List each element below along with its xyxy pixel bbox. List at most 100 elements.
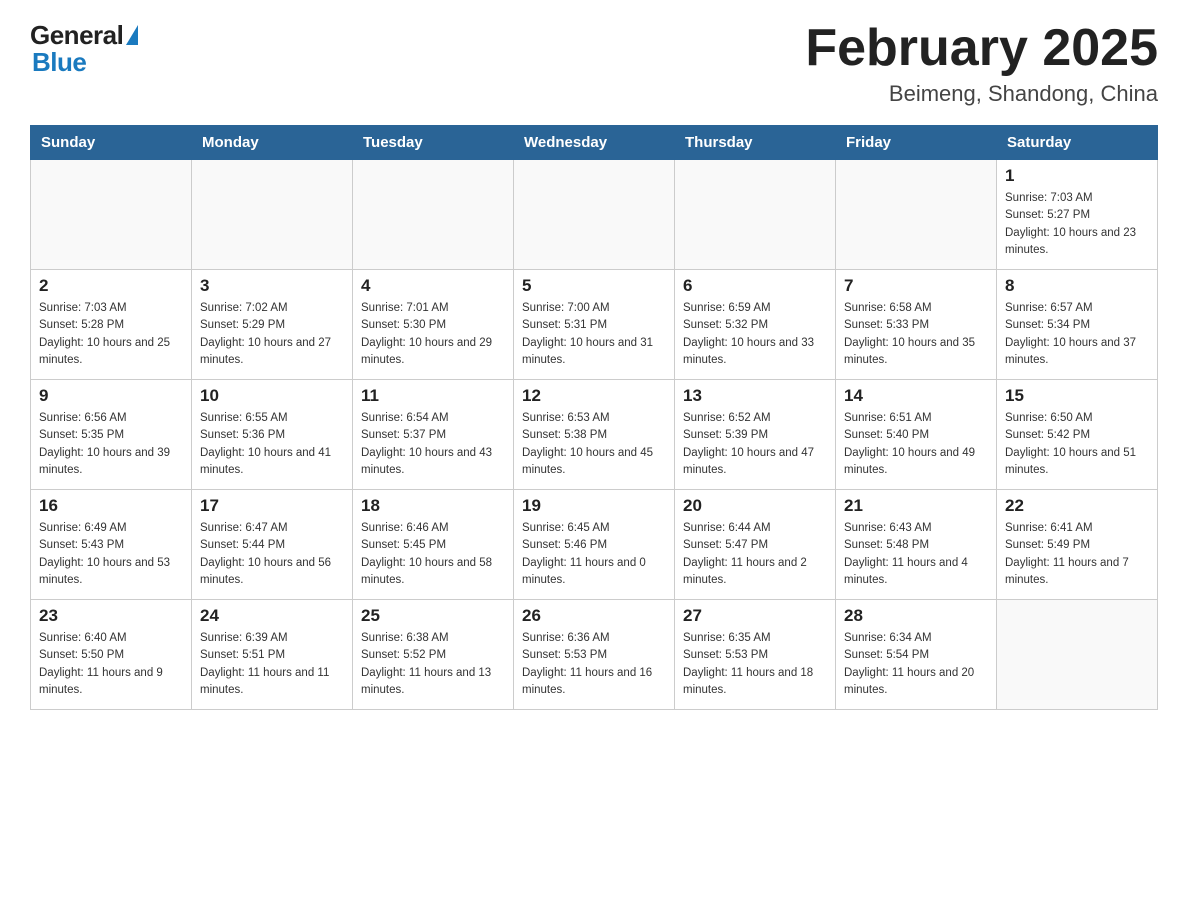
weekday-header-sunday: Sunday bbox=[31, 126, 192, 160]
day-number: 21 bbox=[844, 496, 988, 516]
day-info: Sunrise: 6:54 AMSunset: 5:37 PMDaylight:… bbox=[361, 410, 505, 479]
day-number: 14 bbox=[844, 386, 988, 406]
day-info: Sunrise: 6:57 AMSunset: 5:34 PMDaylight:… bbox=[1005, 300, 1149, 369]
calendar-title: February 2025 bbox=[805, 20, 1158, 77]
calendar-cell bbox=[31, 160, 192, 270]
calendar-cell: 4 Sunrise: 7:01 AMSunset: 5:30 PMDaylight… bbox=[353, 270, 514, 380]
day-number: 13 bbox=[683, 386, 827, 406]
day-info: Sunrise: 7:03 AMSunset: 5:27 PMDaylight:… bbox=[1005, 190, 1149, 259]
day-info: Sunrise: 6:45 AMSunset: 5:46 PMDaylight:… bbox=[522, 520, 666, 589]
calendar-cell: 18 Sunrise: 6:46 AMSunset: 5:45 PMDayligh… bbox=[353, 490, 514, 600]
day-info: Sunrise: 6:51 AMSunset: 5:40 PMDaylight:… bbox=[844, 410, 988, 479]
day-info: Sunrise: 6:47 AMSunset: 5:44 PMDaylight:… bbox=[200, 520, 344, 589]
calendar-cell: 19 Sunrise: 6:45 AMSunset: 5:46 PMDayligh… bbox=[514, 490, 675, 600]
weekday-header-wednesday: Wednesday bbox=[514, 126, 675, 160]
calendar-cell: 13Sunrise: 6:52 AMSunset: 5:39 PMDayligh… bbox=[675, 380, 836, 490]
day-number: 6 bbox=[683, 276, 827, 296]
calendar-cell bbox=[353, 160, 514, 270]
logo: General Blue bbox=[30, 20, 138, 78]
day-number: 28 bbox=[844, 606, 988, 626]
day-info: Sunrise: 7:01 AMSunset: 5:30 PMDaylight:… bbox=[361, 300, 505, 369]
day-info: Sunrise: 6:39 AMSunset: 5:51 PMDaylight:… bbox=[200, 630, 344, 699]
weekday-header-row: SundayMondayTuesdayWednesdayThursdayFrid… bbox=[31, 126, 1158, 160]
day-number: 16 bbox=[39, 496, 183, 516]
calendar-cell: 23 Sunrise: 6:40 AMSunset: 5:50 PMDayligh… bbox=[31, 600, 192, 710]
week-row-1: 1 Sunrise: 7:03 AMSunset: 5:27 PMDaylight… bbox=[31, 160, 1158, 270]
day-info: Sunrise: 6:41 AMSunset: 5:49 PMDaylight:… bbox=[1005, 520, 1149, 589]
calendar-cell: 24 Sunrise: 6:39 AMSunset: 5:51 PMDayligh… bbox=[192, 600, 353, 710]
day-number: 23 bbox=[39, 606, 183, 626]
day-info: Sunrise: 7:00 AMSunset: 5:31 PMDaylight:… bbox=[522, 300, 666, 369]
day-number: 26 bbox=[522, 606, 666, 626]
day-number: 24 bbox=[200, 606, 344, 626]
day-number: 12 bbox=[522, 386, 666, 406]
day-number: 20 bbox=[683, 496, 827, 516]
week-row-4: 16Sunrise: 6:49 AMSunset: 5:43 PMDayligh… bbox=[31, 490, 1158, 600]
day-info: Sunrise: 6:38 AMSunset: 5:52 PMDaylight:… bbox=[361, 630, 505, 699]
calendar-cell: 17 Sunrise: 6:47 AMSunset: 5:44 PMDayligh… bbox=[192, 490, 353, 600]
logo-triangle-icon bbox=[126, 25, 138, 45]
calendar-cell: 27 Sunrise: 6:35 AMSunset: 5:53 PMDayligh… bbox=[675, 600, 836, 710]
day-number: 5 bbox=[522, 276, 666, 296]
page-header: General Blue February 2025 Beimeng, Shan… bbox=[30, 20, 1158, 107]
day-number: 22 bbox=[1005, 496, 1149, 516]
calendar-cell bbox=[675, 160, 836, 270]
day-info: Sunrise: 6:34 AMSunset: 5:54 PMDaylight:… bbox=[844, 630, 988, 699]
day-number: 4 bbox=[361, 276, 505, 296]
week-row-3: 9Sunrise: 6:56 AMSunset: 5:35 PMDaylight… bbox=[31, 380, 1158, 490]
calendar-cell: 20 Sunrise: 6:44 AMSunset: 5:47 PMDayligh… bbox=[675, 490, 836, 600]
calendar-cell: 15 Sunrise: 6:50 AMSunset: 5:42 PMDayligh… bbox=[997, 380, 1158, 490]
calendar-cell: 9Sunrise: 6:56 AMSunset: 5:35 PMDaylight… bbox=[31, 380, 192, 490]
calendar-cell: 12 Sunrise: 6:53 AMSunset: 5:38 PMDayligh… bbox=[514, 380, 675, 490]
weekday-header-saturday: Saturday bbox=[997, 126, 1158, 160]
weekday-header-tuesday: Tuesday bbox=[353, 126, 514, 160]
day-number: 3 bbox=[200, 276, 344, 296]
calendar-cell: 14 Sunrise: 6:51 AMSunset: 5:40 PMDayligh… bbox=[836, 380, 997, 490]
day-number: 1 bbox=[1005, 166, 1149, 186]
day-number: 19 bbox=[522, 496, 666, 516]
calendar-cell: 8Sunrise: 6:57 AMSunset: 5:34 PMDaylight… bbox=[997, 270, 1158, 380]
day-info: Sunrise: 6:40 AMSunset: 5:50 PMDaylight:… bbox=[39, 630, 183, 699]
calendar-cell: 22 Sunrise: 6:41 AMSunset: 5:49 PMDayligh… bbox=[997, 490, 1158, 600]
calendar-subtitle: Beimeng, Shandong, China bbox=[805, 81, 1158, 107]
logo-blue-text: Blue bbox=[32, 47, 86, 78]
title-block: February 2025 Beimeng, Shandong, China bbox=[805, 20, 1158, 107]
day-info: Sunrise: 6:50 AMSunset: 5:42 PMDaylight:… bbox=[1005, 410, 1149, 479]
calendar-cell: 28 Sunrise: 6:34 AMSunset: 5:54 PMDayligh… bbox=[836, 600, 997, 710]
day-info: Sunrise: 6:44 AMSunset: 5:47 PMDaylight:… bbox=[683, 520, 827, 589]
calendar-cell: 6 Sunrise: 6:59 AMSunset: 5:32 PMDaylight… bbox=[675, 270, 836, 380]
calendar-table: SundayMondayTuesdayWednesdayThursdayFrid… bbox=[30, 125, 1158, 710]
calendar-cell: 7Sunrise: 6:58 AMSunset: 5:33 PMDaylight… bbox=[836, 270, 997, 380]
day-number: 17 bbox=[200, 496, 344, 516]
day-number: 27 bbox=[683, 606, 827, 626]
day-number: 25 bbox=[361, 606, 505, 626]
day-number: 18 bbox=[361, 496, 505, 516]
day-info: Sunrise: 6:53 AMSunset: 5:38 PMDaylight:… bbox=[522, 410, 666, 479]
day-info: Sunrise: 6:35 AMSunset: 5:53 PMDaylight:… bbox=[683, 630, 827, 699]
week-row-5: 23 Sunrise: 6:40 AMSunset: 5:50 PMDayligh… bbox=[31, 600, 1158, 710]
day-number: 10 bbox=[200, 386, 344, 406]
day-info: Sunrise: 7:03 AMSunset: 5:28 PMDaylight:… bbox=[39, 300, 183, 369]
day-info: Sunrise: 6:59 AMSunset: 5:32 PMDaylight:… bbox=[683, 300, 827, 369]
calendar-cell bbox=[514, 160, 675, 270]
calendar-cell: 5 Sunrise: 7:00 AMSunset: 5:31 PMDaylight… bbox=[514, 270, 675, 380]
day-info: Sunrise: 6:36 AMSunset: 5:53 PMDaylight:… bbox=[522, 630, 666, 699]
calendar-cell: 2Sunrise: 7:03 AMSunset: 5:28 PMDaylight… bbox=[31, 270, 192, 380]
day-info: Sunrise: 6:55 AMSunset: 5:36 PMDaylight:… bbox=[200, 410, 344, 479]
calendar-cell: 1 Sunrise: 7:03 AMSunset: 5:27 PMDaylight… bbox=[997, 160, 1158, 270]
day-info: Sunrise: 7:02 AMSunset: 5:29 PMDaylight:… bbox=[200, 300, 344, 369]
calendar-cell: 21Sunrise: 6:43 AMSunset: 5:48 PMDayligh… bbox=[836, 490, 997, 600]
calendar-cell: 10 Sunrise: 6:55 AMSunset: 5:36 PMDayligh… bbox=[192, 380, 353, 490]
week-row-2: 2Sunrise: 7:03 AMSunset: 5:28 PMDaylight… bbox=[31, 270, 1158, 380]
calendar-cell: 11 Sunrise: 6:54 AMSunset: 5:37 PMDayligh… bbox=[353, 380, 514, 490]
calendar-cell: 25 Sunrise: 6:38 AMSunset: 5:52 PMDayligh… bbox=[353, 600, 514, 710]
day-info: Sunrise: 6:56 AMSunset: 5:35 PMDaylight:… bbox=[39, 410, 183, 479]
calendar-cell bbox=[192, 160, 353, 270]
day-number: 15 bbox=[1005, 386, 1149, 406]
calendar-cell: 16Sunrise: 6:49 AMSunset: 5:43 PMDayligh… bbox=[31, 490, 192, 600]
day-number: 11 bbox=[361, 386, 505, 406]
weekday-header-monday: Monday bbox=[192, 126, 353, 160]
day-info: Sunrise: 6:46 AMSunset: 5:45 PMDaylight:… bbox=[361, 520, 505, 589]
calendar-cell: 26 Sunrise: 6:36 AMSunset: 5:53 PMDayligh… bbox=[514, 600, 675, 710]
day-number: 7 bbox=[844, 276, 988, 296]
